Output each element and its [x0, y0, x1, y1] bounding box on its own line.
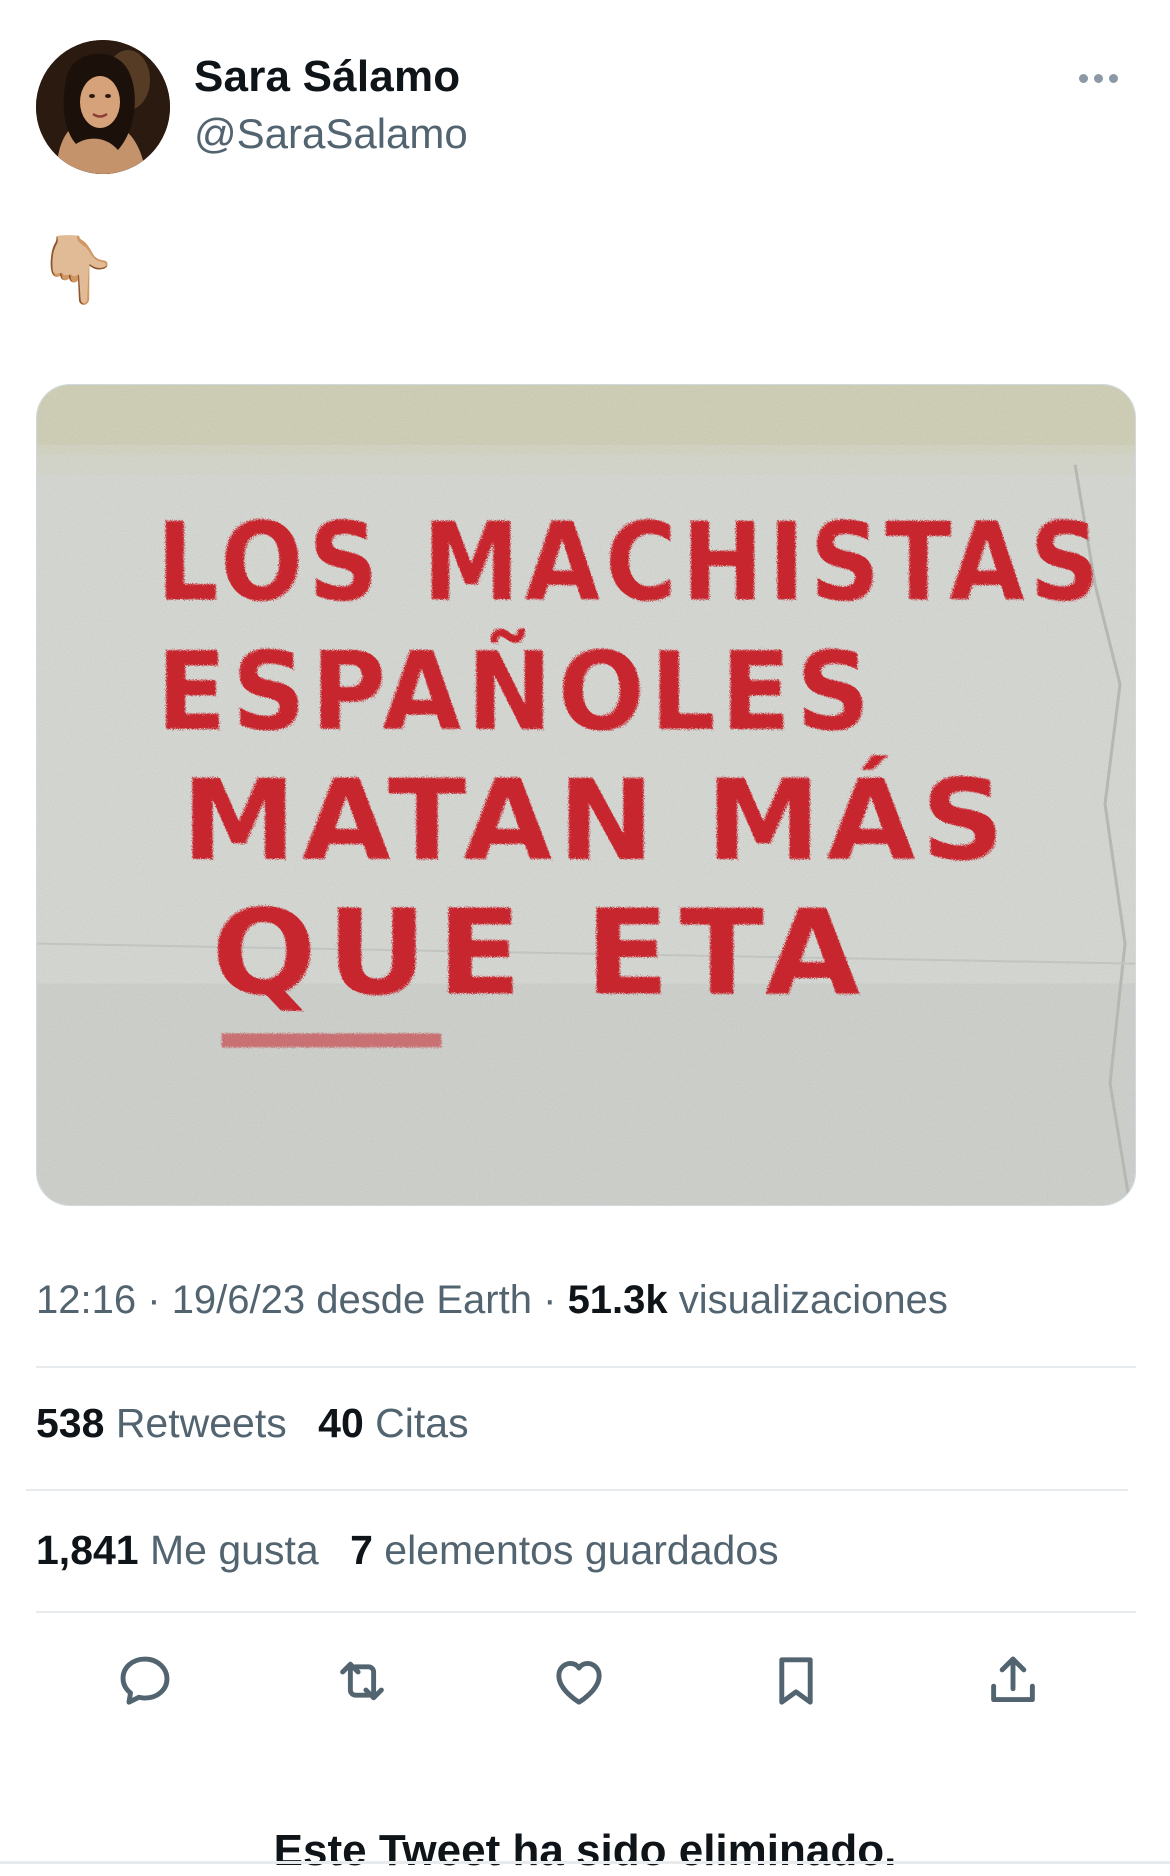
reply-button[interactable] [112, 1648, 178, 1714]
likes-stat[interactable]: 1,841 Me gusta [36, 1527, 330, 1573]
divider [36, 1366, 1136, 1368]
tweet-date: 19/6/23 [171, 1278, 306, 1322]
graffiti-photo: LOS MACHISTAS ESPAÑOLES MATAN MÁS QUE ET… [37, 385, 1135, 1205]
speech-bubble-icon [120, 1656, 170, 1705]
divider [36, 1611, 1136, 1613]
author-name[interactable]: Sara Sálamo [194, 52, 460, 102]
more-dot-icon [1108, 73, 1118, 83]
tweet-media-image[interactable]: LOS MACHISTAS ESPAÑOLES MATAN MÁS QUE ET… [36, 384, 1136, 1206]
retweets-label: Retweets [115, 1400, 287, 1446]
share-button[interactable] [980, 1648, 1046, 1714]
bookmarks-label: elementos guardados [384, 1527, 779, 1573]
divider [26, 1489, 1128, 1491]
retweet-arrows-icon [340, 1661, 384, 1701]
like-stats-row: 1,841 Me gusta 7 elementos guardados [36, 1527, 779, 1574]
graffiti-line-3: MATAN MÁS [182, 754, 1010, 886]
quotes-stat[interactable]: 40 Citas [318, 1400, 468, 1446]
tweet-action-bar [36, 1640, 1136, 1720]
share-upload-icon [991, 1656, 1035, 1703]
likes-count: 1,841 [36, 1527, 139, 1573]
retweet-button[interactable] [329, 1648, 395, 1714]
bookmark-icon [779, 1657, 813, 1705]
heart-icon [556, 1660, 602, 1705]
tweet-text: 👇🏼 [36, 232, 119, 306]
author-avatar[interactable] [36, 40, 170, 174]
graffiti-line-2: ESPAÑOLES [157, 629, 876, 755]
more-dot-icon [1093, 73, 1103, 83]
quotes-count: 40 [318, 1400, 364, 1446]
more-options-button[interactable] [1068, 60, 1128, 96]
retweets-stat[interactable]: 538 Retweets [36, 1400, 298, 1446]
views-count: 51.3k [567, 1278, 668, 1322]
separator: · [543, 1278, 557, 1322]
author-handle[interactable]: @SaraSalamo [194, 110, 468, 158]
bookmarks-count: 7 [350, 1527, 373, 1573]
views-label: visualizaciones [678, 1278, 948, 1322]
likes-label: Me gusta [150, 1527, 319, 1573]
tweet-source: desde Earth [316, 1278, 532, 1322]
separator: · [147, 1278, 161, 1322]
graffiti-line-4: QUE ETA [212, 885, 871, 1022]
like-button[interactable] [546, 1648, 612, 1714]
bookmark-button[interactable] [763, 1648, 829, 1714]
deleted-tweet-notice: Este Tweet ha sido eliminado. [273, 1826, 897, 1875]
retweet-stats-row: 538 Retweets 40 Citas [36, 1400, 469, 1447]
tweet-metadata: 12:16 · 19/6/23 desde Earth · 51.3k visu… [36, 1278, 948, 1323]
bookmarks-stat[interactable]: 7 elementos guardados [350, 1527, 779, 1573]
graffiti-line-1: LOS MACHISTAS [157, 501, 1105, 626]
avatar-image [36, 40, 170, 174]
tweet-header: Sara Sálamo @SaraSalamo [36, 40, 1136, 176]
retweets-count: 538 [36, 1400, 105, 1446]
tweet-time: 12:16 [36, 1278, 137, 1322]
more-dot-icon [1078, 73, 1088, 83]
quotes-label: Citas [375, 1400, 469, 1446]
